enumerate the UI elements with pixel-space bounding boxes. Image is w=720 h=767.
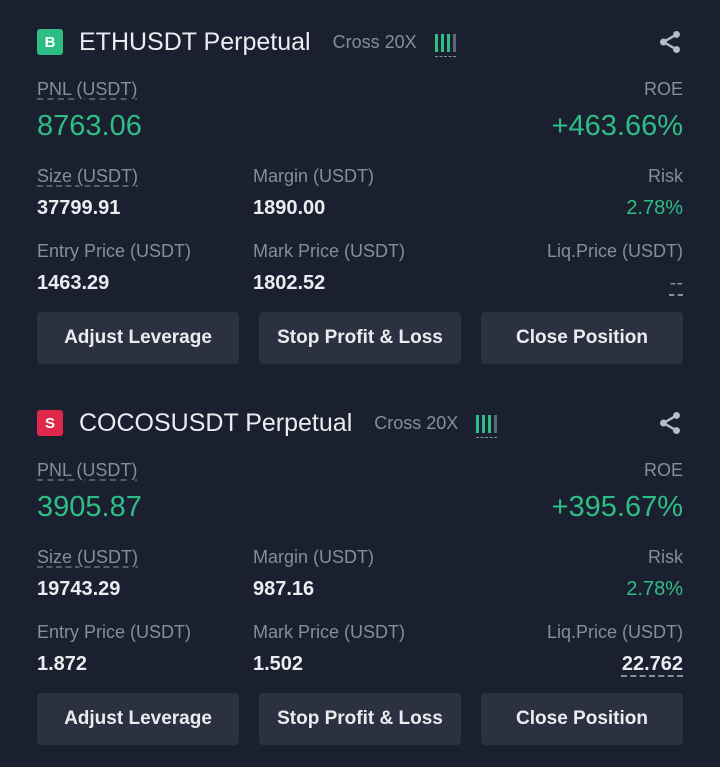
liq-price-value[interactable]: 22.762 (622, 653, 683, 676)
size-value: 37799.91 (37, 197, 121, 219)
margin-mode[interactable]: Cross 20X (374, 413, 458, 434)
adjust-leverage-button[interactable]: Adjust Leverage (37, 693, 239, 745)
size-label[interactable]: Size (USDT) (37, 166, 138, 187)
risk-label: Risk (648, 166, 683, 186)
risk-label: Risk (648, 547, 683, 567)
size-label[interactable]: Size (USDT) (37, 547, 138, 568)
margin-mode[interactable]: Cross 20X (333, 32, 417, 53)
share-icon[interactable] (657, 29, 683, 55)
stop-profit-loss-button[interactable]: Stop Profit & Loss (259, 693, 461, 745)
entry-price-label: Entry Price (USDT) (37, 241, 192, 261)
position-header: B ETHUSDT Perpetual Cross 20X (37, 25, 683, 59)
position-header: S COCOSUSDT Perpetual Cross 20X (37, 406, 683, 440)
position-card-ethusdt: B ETHUSDT Perpetual Cross 20X PNL (USDT)… (0, 0, 720, 381)
position-card-cocosusdt: S COCOSUSDT Perpetual Cross 20X PNL (USD… (0, 381, 720, 762)
roe-label: ROE (643, 460, 683, 480)
mark-price-value: 1802.52 (253, 272, 326, 294)
risk-value: 2.78% (626, 578, 683, 600)
entry-price-value: 1463.29 (37, 272, 110, 294)
margin-value: 987.16 (253, 578, 315, 600)
symbol-name[interactable]: COCOSUSDT Perpetual (79, 409, 352, 438)
symbol-name[interactable]: ETHUSDT Perpetual (79, 28, 311, 57)
close-position-button[interactable]: Close Position (481, 312, 683, 364)
pnl-label[interactable]: PNL (USDT) (37, 79, 137, 100)
liq-price-value[interactable]: -- (670, 272, 683, 295)
pnl-value: 3905.87 (37, 491, 142, 523)
share-icon[interactable] (657, 410, 683, 436)
size-value: 19743.29 (37, 578, 121, 600)
margin-value: 1890.00 (253, 197, 326, 219)
close-position-button[interactable]: Close Position (481, 693, 683, 745)
entry-price-value: 1.872 (37, 653, 88, 675)
roe-label: ROE (643, 79, 683, 99)
risk-value: 2.78% (626, 197, 683, 219)
mark-price-label: Mark Price (USDT) (253, 622, 405, 642)
mark-price-label: Mark Price (USDT) (253, 241, 405, 261)
pnl-value: 8763.06 (37, 110, 142, 142)
stop-profit-loss-button[interactable]: Stop Profit & Loss (259, 312, 461, 364)
margin-label: Margin (USDT) (253, 547, 375, 567)
entry-price-label: Entry Price (USDT) (37, 622, 192, 642)
adjust-leverage-button[interactable]: Adjust Leverage (37, 312, 239, 364)
margin-label: Margin (USDT) (253, 166, 375, 186)
leverage-bars-icon (434, 32, 456, 57)
mark-price-value: 1.502 (253, 653, 304, 675)
roe-value: +463.66% (551, 110, 683, 142)
liq-price-label: Liq.Price (USDT) (546, 622, 683, 642)
pnl-label[interactable]: PNL (USDT) (37, 460, 137, 481)
roe-value: +395.67% (551, 491, 683, 523)
side-badge: S (37, 410, 63, 436)
leverage-bars-icon (476, 413, 498, 438)
side-badge: B (37, 29, 63, 55)
liq-price-label: Liq.Price (USDT) (546, 241, 683, 261)
